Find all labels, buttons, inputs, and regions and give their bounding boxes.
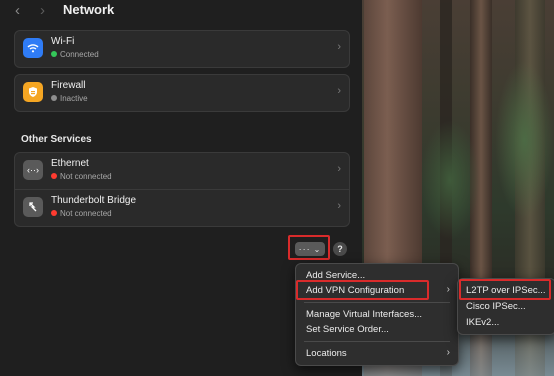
highlight-box	[288, 235, 330, 260]
page-title: Network	[63, 2, 115, 17]
wallpaper-foliage	[420, 120, 480, 240]
highlight-box	[296, 280, 429, 300]
menu-item-locations[interactable]: Locations	[306, 348, 347, 359]
other-services-card: ‹··› Ethernet Not connected › Thunderbol…	[14, 152, 350, 227]
chevron-right-icon: ›	[337, 163, 341, 175]
wifi-card: Wi-Fi Connected ›	[14, 30, 350, 68]
service-row-ethernet[interactable]: ‹··› Ethernet Not connected ›	[15, 153, 349, 189]
chevron-right-icon: ›	[337, 200, 341, 212]
chevron-right-icon: ›	[337, 85, 341, 97]
firewall-card: Firewall Inactive ›	[14, 74, 350, 112]
service-row-firewall[interactable]: Firewall Inactive ›	[15, 75, 349, 111]
ethernet-icon: ‹··›	[23, 160, 43, 180]
menu-separator	[304, 302, 450, 303]
service-name: Firewall	[51, 80, 86, 91]
menu-item-cisco-ipsec[interactable]: Cisco IPSec...	[466, 301, 526, 312]
service-name: Ethernet	[51, 158, 89, 169]
toolbar: ‹ › Network	[0, 0, 362, 22]
service-name: Wi-Fi	[51, 36, 75, 47]
menu-item-ikev2[interactable]: IKEv2...	[466, 317, 499, 328]
status-dot	[51, 210, 57, 216]
service-row-wifi[interactable]: Wi-Fi Connected ›	[15, 31, 349, 67]
service-name: Thunderbolt Bridge	[51, 195, 137, 206]
menu-item-set-service-order[interactable]: Set Service Order...	[306, 324, 389, 335]
back-button[interactable]: ‹	[15, 2, 20, 19]
wallpaper-foliage	[495, 60, 554, 220]
service-status: Not connected	[51, 209, 112, 218]
help-button[interactable]: ?	[333, 242, 347, 256]
wifi-icon	[23, 38, 43, 58]
section-title-other-services: Other Services	[21, 134, 92, 145]
menu-item-manage-virtual-interfaces[interactable]: Manage Virtual Interfaces...	[306, 309, 422, 320]
thunderbolt-icon	[23, 197, 43, 217]
chevron-right-icon: ›	[446, 347, 450, 358]
menu-separator	[304, 341, 450, 342]
service-status: Inactive	[51, 94, 88, 103]
service-row-thunderbolt-bridge[interactable]: Thunderbolt Bridge Not connected ›	[15, 189, 349, 226]
service-status: Not connected	[51, 172, 112, 181]
status-dot	[51, 95, 57, 101]
more-actions-menu: Add Service... Add VPN Configuration › M…	[295, 263, 459, 366]
status-dot	[51, 173, 57, 179]
shield-icon	[23, 82, 43, 102]
highlight-box	[459, 279, 551, 300]
chevron-right-icon: ›	[337, 41, 341, 53]
chevron-right-icon: ›	[446, 284, 450, 295]
service-status: Connected	[51, 50, 99, 59]
forward-button[interactable]: ›	[40, 2, 45, 19]
status-dot	[51, 51, 57, 57]
